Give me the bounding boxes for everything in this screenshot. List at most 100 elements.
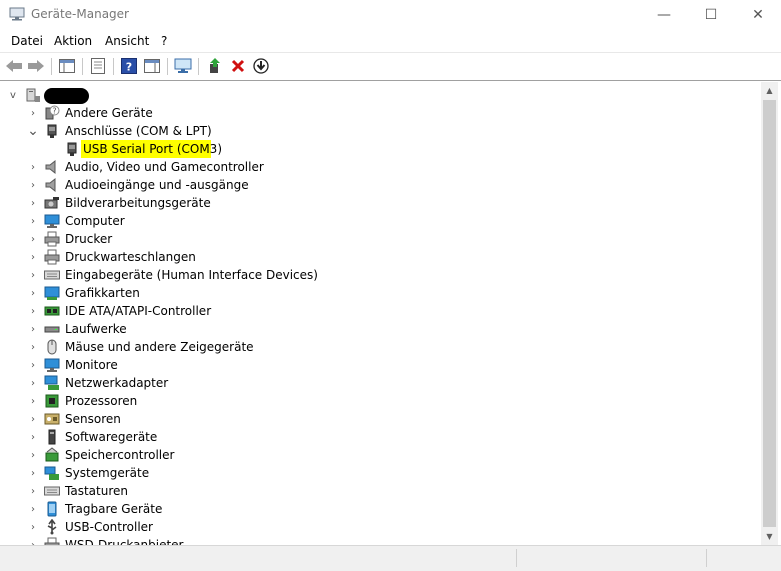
tree-device-row[interactable]: USB Serial Port (COM3) xyxy=(0,140,761,158)
tree-category-row[interactable]: › Druckwarteschlangen xyxy=(0,248,761,266)
chevron-right-icon[interactable]: › xyxy=(27,286,39,300)
action-pane-button[interactable] xyxy=(143,57,161,75)
chevron-right-icon[interactable]: › xyxy=(27,484,39,498)
chevron-right-icon[interactable]: › xyxy=(27,358,39,372)
tree-category-row[interactable]: › Bildverarbeitungsgeräte xyxy=(0,194,761,212)
show-hide-console-tree-button[interactable] xyxy=(58,57,76,75)
tree-category-row[interactable]: › IDE ATA/ATAPI-Controller xyxy=(0,302,761,320)
back-button[interactable] xyxy=(5,57,23,75)
chevron-right-icon[interactable]: › xyxy=(27,268,39,282)
chevron-right-icon[interactable]: › xyxy=(27,412,39,426)
svg-text:?: ? xyxy=(126,61,132,74)
menu-datei[interactable]: Datei xyxy=(11,34,43,48)
chevron-right-icon[interactable]: › xyxy=(27,520,39,534)
maximize-button[interactable]: ☐ xyxy=(688,0,734,30)
tree-category-row[interactable]: › Mäuse und andere Zeigegeräte xyxy=(0,338,761,356)
scroll-down-arrow-icon[interactable]: ▼ xyxy=(761,528,778,545)
tree-category-row[interactable]: › WSD-Druckanbieter xyxy=(0,536,761,545)
tree-root-row[interactable]: v xyxy=(0,86,761,104)
red-x-icon xyxy=(231,59,245,73)
unknown-device-icon: ? xyxy=(45,105,60,120)
close-button[interactable]: ✕ xyxy=(735,0,781,30)
tree-category-row[interactable]: › Drucker xyxy=(0,230,761,248)
tree-category-row[interactable]: › USB-Controller xyxy=(0,518,761,536)
forward-button[interactable] xyxy=(27,57,45,75)
storage-controller-icon xyxy=(45,447,59,462)
tree-category-row[interactable]: › Grafikkarten xyxy=(0,284,761,302)
device-manager-icon xyxy=(9,7,25,21)
tree-category-label: Bildverarbeitungsgeräte xyxy=(65,196,211,210)
keyboard-icon xyxy=(44,270,60,280)
tree-category-row[interactable]: › Monitore xyxy=(0,356,761,374)
tree-category-label: Netzwerkadapter xyxy=(65,376,169,390)
help-button[interactable]: ? xyxy=(120,57,138,75)
scan-hardware-button[interactable] xyxy=(174,57,192,75)
tree-category-row[interactable]: ⌄ Anschlüsse (COM & LPT) xyxy=(0,122,761,140)
tree-category-row[interactable]: › Sensoren xyxy=(0,410,761,428)
menu-help[interactable]: ? xyxy=(161,34,167,48)
tree-category-label: IDE ATA/ATAPI-Controller xyxy=(65,304,212,318)
vertical-scrollbar[interactable]: ▲ ▼ xyxy=(761,82,778,545)
tree-category-row[interactable]: › Eingabegeräte (Human Interface Devices) xyxy=(0,266,761,284)
monitor-icon xyxy=(44,358,60,372)
chevron-right-icon[interactable]: › xyxy=(27,502,39,516)
chevron-right-icon[interactable]: › xyxy=(27,448,39,462)
tree-category-row[interactable]: › Computer xyxy=(0,212,761,230)
tree-category-row[interactable]: › Tastaturen xyxy=(0,482,761,500)
chevron-right-icon[interactable]: › xyxy=(27,178,39,192)
tree-category-label: Tastaturen xyxy=(65,484,128,498)
uninstall-device-button[interactable] xyxy=(229,57,247,75)
tree-category-row[interactable]: › Audioeingänge und -ausgänge xyxy=(0,176,761,194)
window-title: Geräte-Manager xyxy=(31,7,129,21)
ide-controller-icon xyxy=(44,306,60,316)
tree-category-row[interactable]: › Speichercontroller xyxy=(0,446,761,464)
chevron-right-icon[interactable]: › xyxy=(27,106,39,120)
toolbar-separator xyxy=(198,58,199,75)
mouse-icon xyxy=(47,339,57,355)
scroll-thumb[interactable] xyxy=(763,100,776,527)
chevron-right-icon[interactable]: › xyxy=(27,430,39,444)
chevron-right-icon[interactable]: › xyxy=(27,304,39,318)
properties-button[interactable] xyxy=(89,57,107,75)
scroll-up-arrow-icon[interactable]: ▲ xyxy=(761,82,778,99)
chevron-right-icon[interactable]: › xyxy=(27,538,39,546)
menu-aktion[interactable]: Aktion xyxy=(54,34,92,48)
chevron-right-icon[interactable]: › xyxy=(27,196,39,210)
tree-category-row[interactable]: › Softwaregeräte xyxy=(0,428,761,446)
drive-icon xyxy=(44,326,60,333)
tree-category-row[interactable]: › Tragbare Geräte xyxy=(0,500,761,518)
chevron-right-icon[interactable]: › xyxy=(27,322,39,336)
minimize-button[interactable]: — xyxy=(641,0,687,30)
chevron-right-icon[interactable]: › xyxy=(27,250,39,264)
chevron-down-icon[interactable]: v xyxy=(7,88,19,102)
tree-category-label: Computer xyxy=(65,214,125,228)
tree-category-row[interactable]: › Laufwerke xyxy=(0,320,761,338)
tree-category-label: Sensoren xyxy=(65,412,121,426)
tree-category-row[interactable]: › Systemgeräte xyxy=(0,464,761,482)
chevron-right-icon[interactable]: › xyxy=(27,376,39,390)
tree-category-label: Prozessoren xyxy=(65,394,138,408)
tree-category-row[interactable]: › Prozessoren xyxy=(0,392,761,410)
usb-serial-port-icon xyxy=(67,142,77,156)
chevron-right-icon[interactable]: › xyxy=(27,232,39,246)
device-tree: v ›? Andere Geräte ⌄ Anschlüsse (COM & LPT)… xyxy=(0,82,761,545)
tree-category-row[interactable]: › Netzwerkadapter xyxy=(0,374,761,392)
disable-device-button[interactable] xyxy=(252,57,270,75)
chevron-right-icon[interactable]: › xyxy=(27,466,39,480)
speaker-icon xyxy=(45,177,56,193)
tree-category-row[interactable]: › Audio, Video und Gamecontroller xyxy=(0,158,761,176)
chevron-right-icon[interactable]: › xyxy=(27,394,39,408)
menu-ansicht[interactable]: Ansicht xyxy=(105,34,149,48)
update-driver-icon xyxy=(210,58,220,73)
update-driver-button[interactable] xyxy=(206,57,224,75)
tree-category-label: USB-Controller xyxy=(65,520,153,534)
tree-category-row[interactable]: ›? Andere Geräte xyxy=(0,104,761,122)
chevron-down-icon[interactable]: ⌄ xyxy=(27,123,39,139)
printer-icon xyxy=(44,231,60,247)
chevron-right-icon[interactable]: › xyxy=(27,340,39,354)
printer-icon xyxy=(44,249,60,265)
chevron-right-icon[interactable]: › xyxy=(27,160,39,174)
chevron-right-icon[interactable]: › xyxy=(27,214,39,228)
help-icon: ? xyxy=(121,58,137,74)
download-arrow-circle-icon xyxy=(253,58,269,74)
